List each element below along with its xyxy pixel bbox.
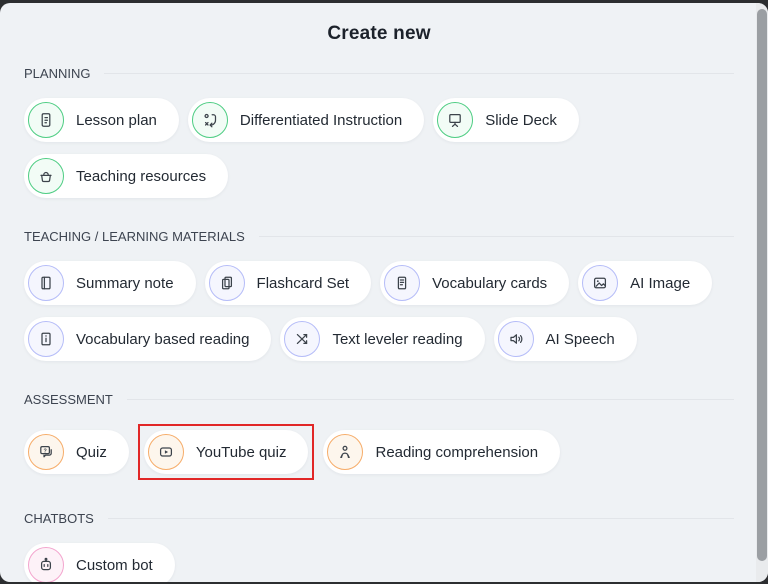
dialog-content: Create new PLANNING Lesson plan Differen…: [0, 3, 768, 582]
quiz-chip[interactable]: ? Quiz: [24, 430, 129, 474]
youtube-quiz-highlight-box: YouTube quiz: [137, 424, 315, 480]
chip-row: Summary note Flashcard Set Vocabulary ca…: [24, 261, 734, 305]
custom-bot-icon: [28, 547, 64, 582]
scrollbar-track[interactable]: [756, 3, 768, 582]
chip-row: Custom bot: [24, 543, 734, 582]
differentiated-instruction-icon: [191, 102, 228, 138]
section-label: ASSESSMENT: [24, 392, 113, 407]
section-label: CHATBOTS: [24, 511, 94, 526]
chip-label: Vocabulary based reading: [76, 330, 250, 348]
chip-row: Lesson plan Differentiated Instruction S…: [24, 98, 734, 142]
slide-deck-icon: [437, 102, 474, 138]
lesson-plan-chip[interactable]: Lesson plan: [24, 98, 179, 142]
chip-label: Summary note: [76, 274, 174, 292]
section-teaching-learning-materials: TEACHING / LEARNING MATERIALS Summary no…: [24, 229, 734, 361]
custom-bot-chip[interactable]: Custom bot: [24, 543, 175, 582]
section-divider: [104, 73, 734, 74]
section-divider: [107, 518, 734, 519]
section-header: CHATBOTS: [24, 511, 734, 526]
vocabulary-cards-icon: [384, 265, 421, 301]
differentiated-instruction-chip[interactable]: Differentiated Instruction: [187, 98, 425, 142]
section-header: PLANNING: [24, 66, 734, 81]
teaching-resources-icon: [28, 158, 64, 194]
youtube-quiz-icon: [147, 434, 184, 470]
chip-label: AI Speech: [545, 330, 615, 348]
ai-image-icon: [582, 265, 619, 301]
chip-label: YouTube quiz: [195, 443, 287, 461]
section-label: TEACHING / LEARNING MATERIALS: [24, 229, 245, 244]
chip-label: Text leveler reading: [332, 330, 463, 348]
chip-label: Vocabulary cards: [432, 274, 548, 292]
section-assessment: ASSESSMENT ? Quiz YouTube quiz Reading c…: [24, 392, 734, 480]
chip-label: Teaching resources: [76, 167, 207, 185]
ai-image-chip[interactable]: AI Image: [578, 261, 713, 305]
summary-note-icon: [28, 265, 64, 301]
section-label: PLANNING: [24, 66, 91, 81]
chip-row: Teaching resources: [24, 154, 734, 198]
chip-label: Reading comprehension: [375, 443, 539, 461]
chip-label: AI Image: [630, 274, 691, 292]
vocabulary-based-reading-chip[interactable]: Vocabulary based reading: [24, 317, 272, 361]
section-planning: PLANNING Lesson plan Differentiated Inst…: [24, 66, 734, 198]
reading-comprehension-icon: [327, 434, 364, 470]
vocabulary-based-reading-icon: [28, 321, 64, 357]
quiz-icon: ?: [28, 434, 64, 470]
svg-text:?: ?: [43, 448, 46, 454]
lesson-plan-icon: [28, 102, 64, 138]
section-header: ASSESSMENT: [24, 392, 734, 407]
text-leveler-reading-icon: [284, 321, 321, 357]
section-chatbots: CHATBOTS Custom bot: [24, 511, 734, 582]
scrollbar-thumb[interactable]: [757, 9, 767, 561]
chip-label: Differentiated Instruction: [239, 111, 403, 129]
youtube-quiz-chip[interactable]: YouTube quiz: [143, 430, 309, 474]
chip-label: Quiz: [76, 443, 107, 461]
flashcard-set-icon: [208, 265, 245, 301]
slide-deck-chip[interactable]: Slide Deck: [433, 98, 579, 142]
chip-row: Vocabulary based reading Text leveler re…: [24, 317, 734, 361]
section-divider: [126, 399, 734, 400]
chip-label: Slide Deck: [485, 111, 557, 129]
chip-label: Flashcard Set: [256, 274, 350, 292]
teaching-resources-chip[interactable]: Teaching resources: [24, 154, 229, 198]
chip-label: Custom bot: [76, 556, 153, 574]
ai-speech-icon: [497, 321, 534, 357]
create-new-dialog: Create new PLANNING Lesson plan Differen…: [0, 3, 768, 582]
text-leveler-reading-chip[interactable]: Text leveler reading: [280, 317, 485, 361]
section-divider: [258, 236, 734, 237]
vocabulary-cards-chip[interactable]: Vocabulary cards: [380, 261, 570, 305]
reading-comprehension-chip[interactable]: Reading comprehension: [323, 430, 561, 474]
ai-speech-chip[interactable]: AI Speech: [493, 317, 637, 361]
summary-note-chip[interactable]: Summary note: [24, 261, 196, 305]
section-header: TEACHING / LEARNING MATERIALS: [24, 229, 734, 244]
dialog-title: Create new: [327, 23, 431, 44]
chip-row: ? Quiz YouTube quiz Reading comprehensio…: [24, 424, 734, 480]
chip-label: Lesson plan: [76, 111, 157, 129]
flashcard-set-chip[interactable]: Flashcard Set: [204, 261, 372, 305]
